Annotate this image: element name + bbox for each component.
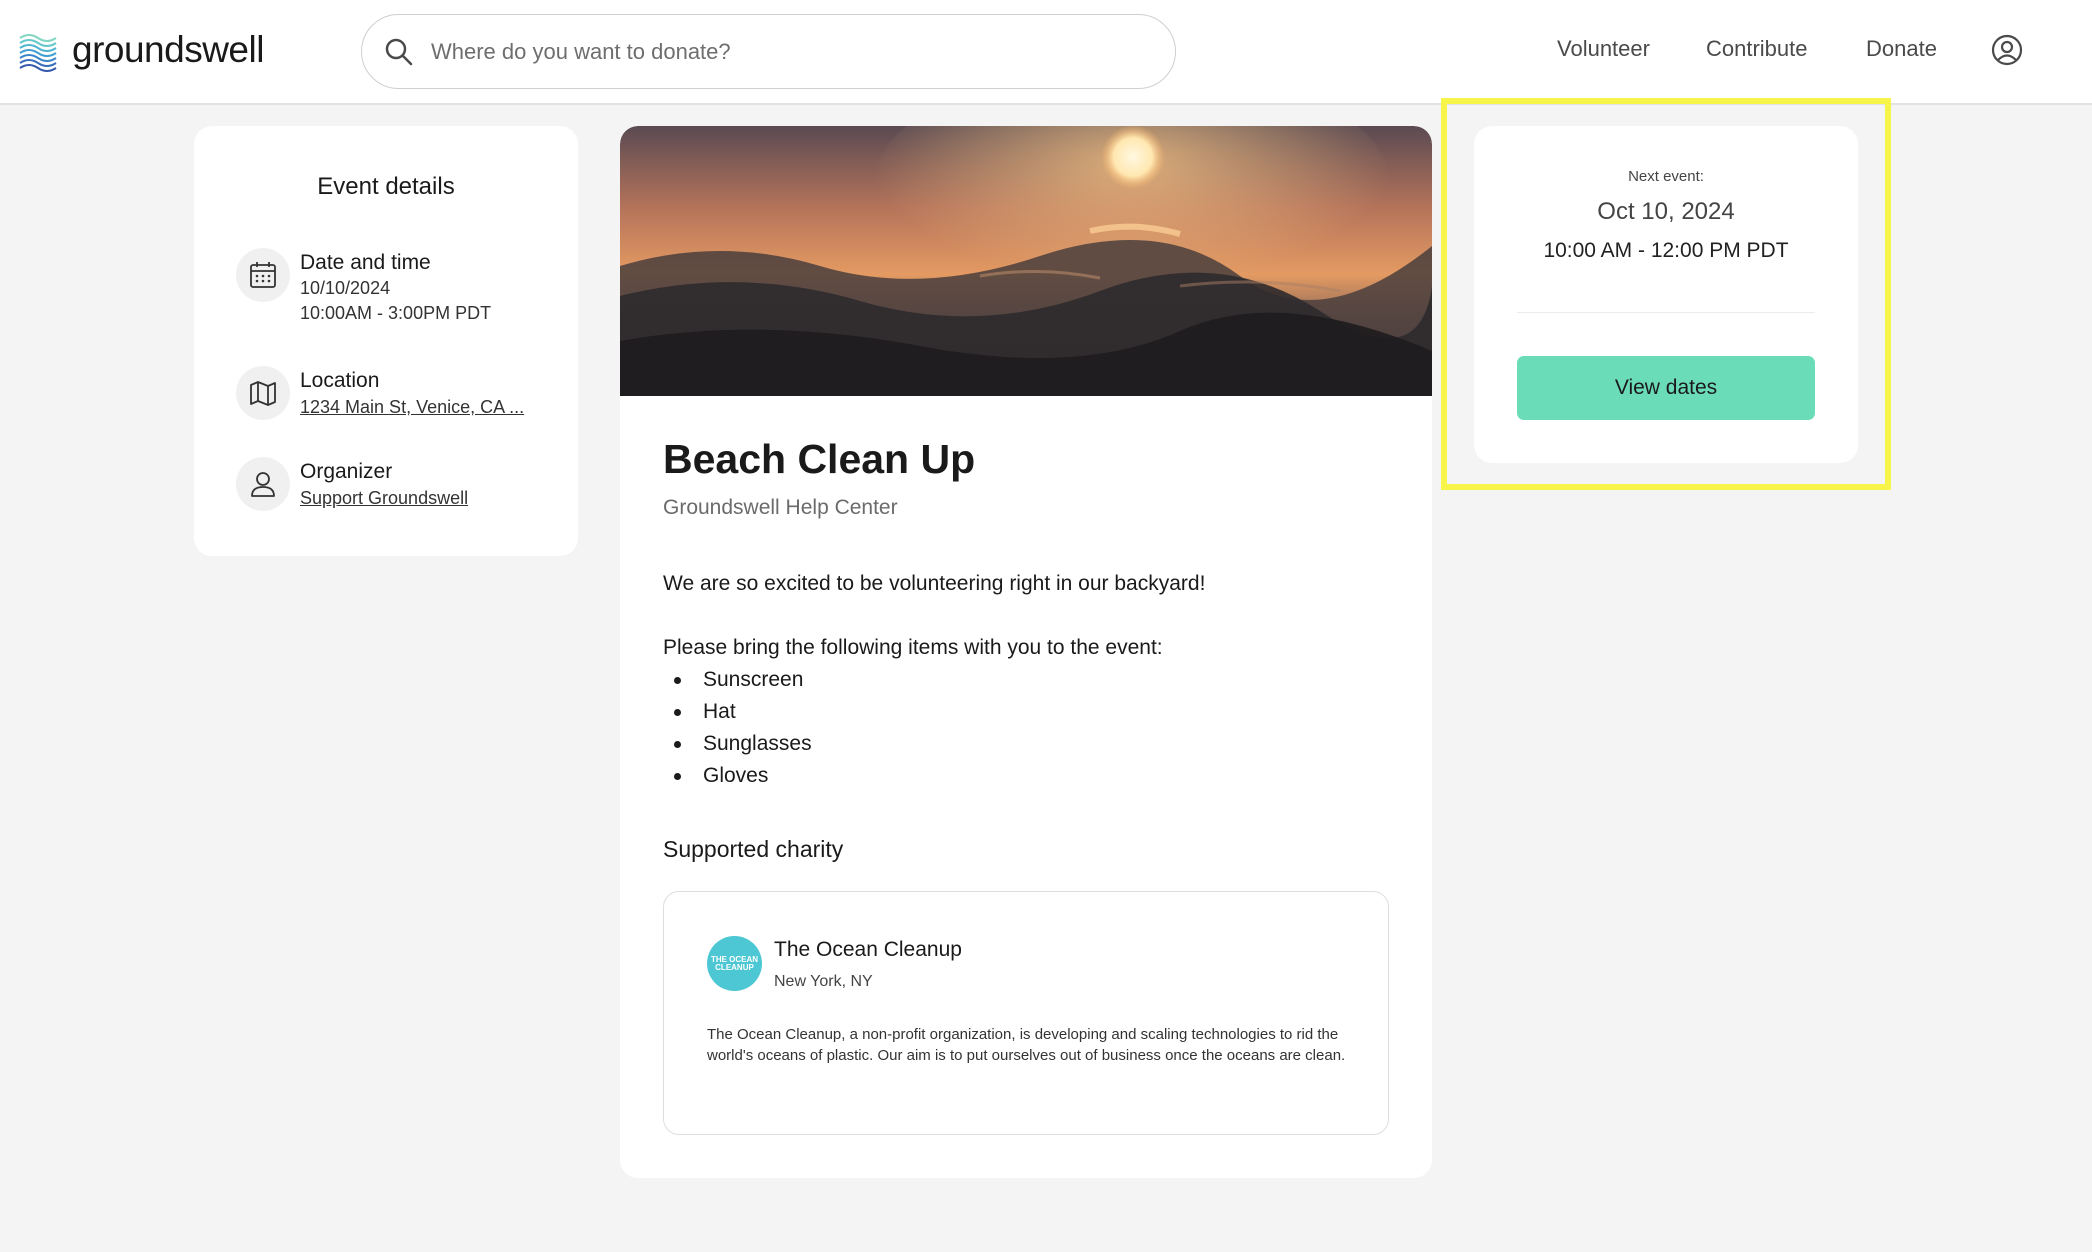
location-label: Location bbox=[300, 369, 380, 392]
nav-donate[interactable]: Donate bbox=[1866, 36, 1937, 62]
charity-card[interactable]: THE OCEAN CLEANUP The Ocean Cleanup New … bbox=[663, 891, 1389, 1135]
search-icon bbox=[385, 38, 413, 65]
groundswell-logo-icon bbox=[19, 34, 57, 72]
event-description: We are so excited to be volunteering rig… bbox=[663, 572, 1206, 595]
view-dates-button[interactable]: View dates bbox=[1517, 356, 1815, 420]
map-icon bbox=[236, 366, 290, 420]
logo-text: groundswell bbox=[72, 29, 264, 70]
list-item: Sunglasses bbox=[663, 728, 812, 760]
organizer-link[interactable]: Support Groundswell bbox=[300, 485, 468, 511]
organizer-label: Organizer bbox=[300, 460, 393, 483]
next-event-card: Next event: Oct 10, 2024 10:00 AM - 12:0… bbox=[1474, 126, 1858, 463]
location-row: Location 1234 Main St, Venice, CA ... bbox=[236, 366, 524, 420]
event-hero-image bbox=[620, 126, 1432, 396]
event-details-title: Event details bbox=[317, 173, 455, 200]
nav-contribute[interactable]: Contribute bbox=[1706, 36, 1808, 62]
list-item: Sunscreen bbox=[663, 664, 812, 696]
top-nav-bar: groundswell Volunteer Contribute Donate bbox=[0, 0, 2092, 105]
date-time-row: Date and time 10/10/2024 10:00AM - 3:00P… bbox=[236, 248, 491, 326]
organizer-row: Organizer Support Groundswell bbox=[236, 457, 468, 511]
event-time: 10:00AM - 3:00PM PDT bbox=[300, 303, 492, 323]
charity-logo: THE OCEAN CLEANUP bbox=[707, 936, 762, 991]
next-event-date: Oct 10, 2024 bbox=[1597, 198, 1735, 225]
divider bbox=[1517, 312, 1815, 313]
event-organization: Groundswell Help Center bbox=[663, 496, 898, 519]
charity-description: The Ocean Cleanup, a non-profit organiza… bbox=[707, 1026, 1346, 1064]
charity-name: The Ocean Cleanup bbox=[774, 938, 962, 961]
person-icon bbox=[236, 457, 290, 511]
bring-items-intro: Please bring the following items with yo… bbox=[663, 636, 1163, 659]
logo[interactable]: groundswell bbox=[17, 28, 264, 72]
supported-charity-heading: Supported charity bbox=[663, 836, 844, 862]
event-title: Beach Clean Up bbox=[663, 436, 976, 482]
next-event-label: Next event: bbox=[1628, 168, 1704, 185]
location-link[interactable]: 1234 Main St, Venice, CA ... bbox=[300, 394, 524, 420]
calendar-icon bbox=[236, 248, 290, 302]
search-input[interactable] bbox=[431, 38, 1131, 65]
search-bar[interactable] bbox=[361, 14, 1176, 89]
account-icon[interactable] bbox=[1991, 34, 2023, 66]
event-details-card: Event details Date and time 10/10/2024 1… bbox=[194, 126, 578, 556]
event-date: 10/10/2024 bbox=[300, 278, 391, 298]
list-item: Gloves bbox=[663, 760, 812, 792]
charity-location: New York, NY bbox=[774, 973, 873, 990]
list-item: Hat bbox=[663, 696, 812, 728]
nav-volunteer[interactable]: Volunteer bbox=[1557, 36, 1650, 62]
next-event-time: 10:00 AM - 12:00 PM PDT bbox=[1543, 239, 1789, 262]
date-time-label: Date and time bbox=[300, 251, 431, 274]
bring-items-list: Sunscreen Hat Sunglasses Gloves bbox=[663, 664, 812, 792]
event-main-card: Beach Clean Up Groundswell Help Center W… bbox=[620, 126, 1432, 1178]
